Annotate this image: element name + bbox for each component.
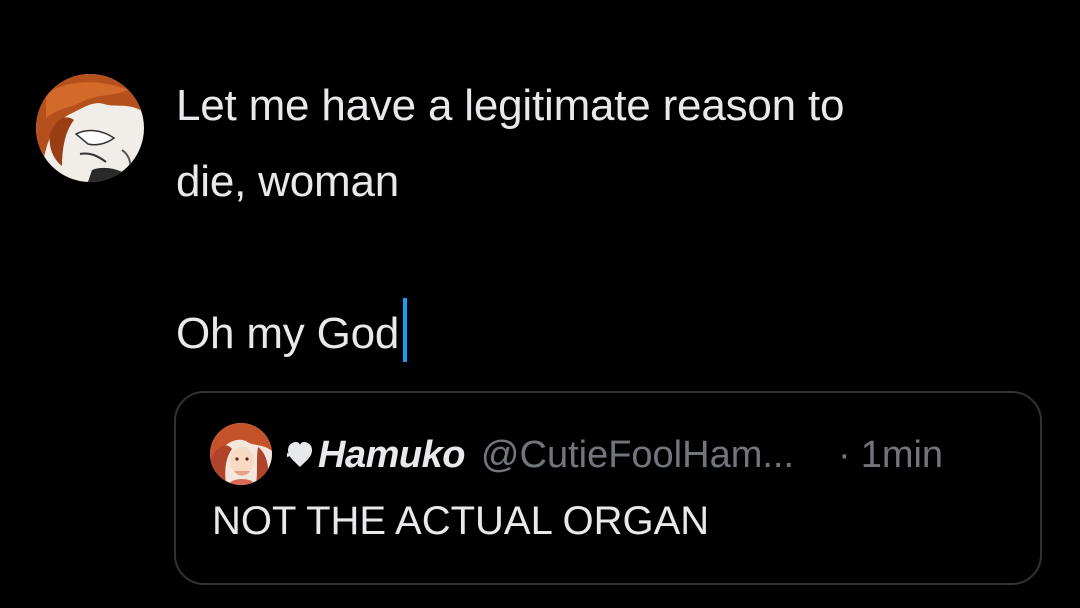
quoted-timestamp[interactable]: 1min [861, 434, 943, 477]
heart-icon [287, 442, 312, 467]
separator-dot: · [838, 433, 851, 476]
compose-text-area[interactable]: Let me have a legitimate reason to die, … [176, 68, 1036, 372]
quoted-user-avatar-image [210, 423, 272, 485]
compose-line-1: Let me have a legitimate reason to [176, 81, 845, 130]
quoted-tweet-header: Hamuko @CutieFoolHam... · 1min [284, 429, 943, 481]
quoted-user-avatar[interactable] [210, 423, 272, 485]
user-avatar[interactable] [36, 74, 144, 182]
quoted-handle[interactable]: @CutieFoolHam... [481, 434, 794, 477]
compose-blank-line [176, 220, 1036, 296]
quoted-display-name[interactable]: Hamuko [318, 434, 465, 477]
quoted-tweet-card[interactable]: Hamuko @CutieFoolHam... · 1min NOT THE A… [174, 391, 1042, 585]
compose-line-3: Oh my God [176, 309, 400, 358]
compose-line-2: die, woman [176, 157, 400, 206]
user-avatar-image [36, 74, 144, 182]
quoted-tweet-text: NOT THE ACTUAL ORGAN [212, 499, 710, 543]
compose-line-3-wrapper: Oh my God [176, 296, 1036, 372]
text-cursor [403, 298, 408, 362]
